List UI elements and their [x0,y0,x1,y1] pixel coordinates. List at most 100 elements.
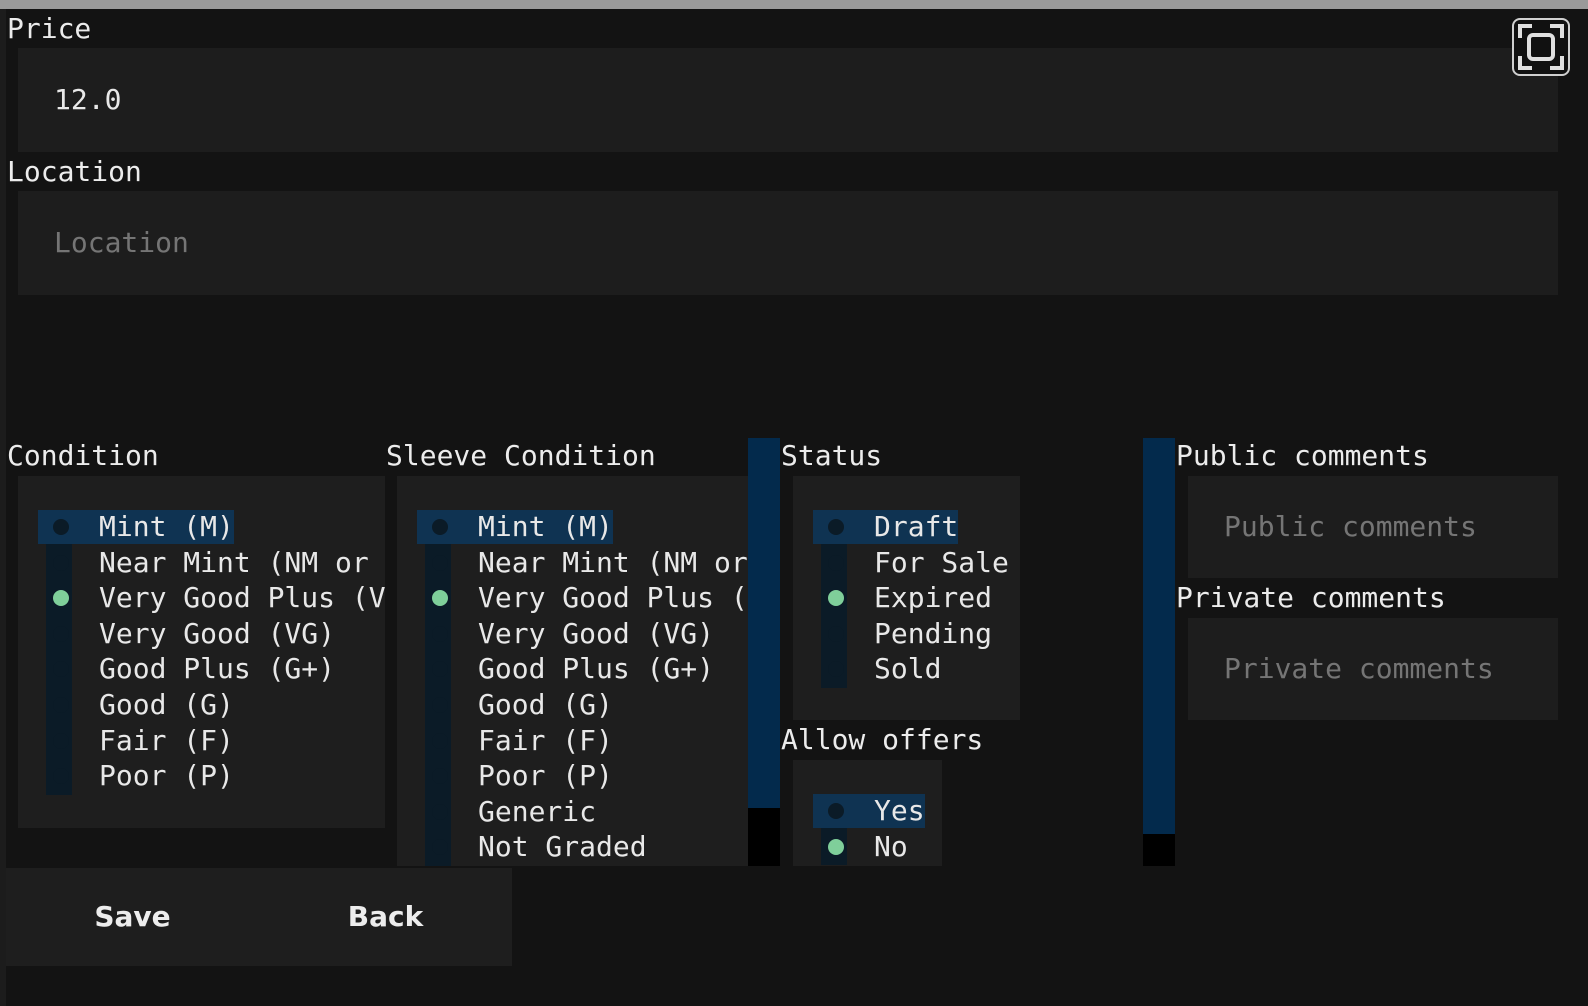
radio-selected-icon[interactable] [53,590,69,607]
fullscreen-icon[interactable] [1512,18,1570,76]
radio-unselected-icon[interactable] [53,768,69,785]
condition-option[interactable]: Fair (F) [18,724,385,758]
condition-option[interactable]: Good (G) [18,688,385,722]
condition-option-label: Good Plus (G+) [99,652,336,686]
allow-offers-option[interactable]: Yes [793,794,942,828]
price-label: Price [7,12,92,45]
radio-unselected-icon[interactable] [432,768,448,785]
status-option-label: Draft [874,510,959,544]
private-comments-input[interactable]: Private comments [1188,618,1558,720]
allow-offers-label: Allow offers [781,723,984,756]
status-label: Status [781,439,883,472]
sleeve-condition-option[interactable]: Near Mint (NM or [397,546,748,580]
sleeve-condition-option-label: Very Good (VG) [478,616,715,650]
condition-option-label: Poor (P) [99,759,234,793]
sleeve-condition-label: Sleeve Condition [386,439,656,472]
sleeve-condition-option[interactable]: Good (G) [397,688,748,722]
sleeve-condition-option-label: Good (G) [478,688,613,721]
status-option[interactable]: Expired [793,581,1020,615]
back-button[interactable]: Back [259,868,512,966]
allow-offers-radio-list[interactable]: Yes No [793,760,942,866]
allow-offers-option[interactable]: No [793,830,942,864]
sleeve-condition-scrollbar[interactable] [748,438,780,866]
condition-option-label: Mint (M) [99,510,234,544]
radio-unselected-icon[interactable] [432,839,448,856]
public-comments-label: Public comments [1176,439,1429,472]
sleeve-condition-option-label: Mint (M) [478,510,613,544]
radio-unselected-icon[interactable] [432,661,448,678]
radio-unselected-icon[interactable] [53,661,69,678]
status-option-label: Sold [874,652,942,686]
radio-unselected-icon[interactable] [432,697,448,713]
sleeve-condition-option-label: Very Good Plus (V [478,581,748,615]
status-option[interactable]: For Sale [793,546,1020,580]
radio-selected-icon[interactable] [828,590,844,607]
sleeve-condition-option[interactable]: Very Good (VG) [397,617,748,651]
allow-offers-option-label: No [874,829,908,863]
location-placeholder: Location [54,226,189,259]
radio-unselected-icon[interactable] [53,519,69,535]
sleeve-condition-scrollbar-thumb[interactable] [748,438,780,808]
radio-unselected-icon[interactable] [828,519,844,535]
condition-option-label: Very Good Plus (VG [99,581,385,615]
condition-option[interactable]: Mint (M) [18,510,385,544]
sleeve-condition-option-label: Good Plus (G+) [478,652,715,686]
radio-unselected-icon[interactable] [53,732,69,749]
radio-unselected-icon[interactable] [432,803,448,820]
sleeve-condition-option-label: Not Graded [478,830,647,864]
status-option-label: Expired [874,581,993,615]
location-input[interactable]: Location [18,191,1558,295]
radio-unselected-icon[interactable] [432,554,448,571]
sleeve-condition-option-label: Fair (F) [478,723,613,757]
sleeve-condition-option[interactable]: Generic [397,795,748,829]
status-option-label: For Sale [874,545,1009,579]
save-button[interactable]: Save [6,868,259,966]
status-option-label: Pending [874,616,993,650]
radio-unselected-icon[interactable] [828,554,844,571]
sleeve-condition-option[interactable]: Very Good Plus (V [397,581,748,615]
radio-selected-icon[interactable] [828,838,844,855]
comments-scrollbar-thumb[interactable] [1143,438,1175,834]
condition-option[interactable]: Very Good Plus (VG [18,581,385,615]
condition-option[interactable]: Near Mint (NM or M [18,546,385,580]
fullscreen-icon-glyph [1518,24,1564,70]
sleeve-condition-option[interactable]: Good Plus (G+) [397,652,748,686]
radio-selected-icon[interactable] [432,590,448,607]
condition-option-label: Fair (F) [99,723,234,757]
radio-unselected-icon[interactable] [432,732,448,749]
condition-option[interactable]: Very Good (VG) [18,617,385,651]
radio-unselected-icon[interactable] [53,554,69,571]
sleeve-condition-option-label: Poor (P) [478,759,613,793]
price-input[interactable]: 12.0 [18,48,1558,152]
action-bar: Save Back [6,868,512,966]
sleeve-condition-radio-list[interactable]: Mint (M) Near Mint (NM or Very Good Plus (… [397,476,748,866]
condition-radio-list[interactable]: Mint (M) Near Mint (NM or M Very Good Plus… [18,476,385,828]
sleeve-condition-option[interactable]: Poor (P) [397,759,748,793]
condition-option-label: Good (G) [99,688,234,721]
status-option[interactable]: Sold [793,652,1020,686]
condition-option[interactable]: Poor (P) [18,759,385,793]
condition-option[interactable]: Good Plus (G+) [18,652,385,686]
sleeve-condition-option[interactable]: Fair (F) [397,724,748,758]
radio-unselected-icon[interactable] [53,625,69,642]
private-comments-placeholder: Private comments [1224,652,1494,685]
radio-unselected-icon[interactable] [828,625,844,642]
sleeve-condition-option[interactable]: Not Graded [397,830,748,864]
radio-unselected-icon[interactable] [828,661,844,678]
allow-offers-option-label: Yes [874,794,925,828]
price-value: 12.0 [54,83,122,116]
window-left-edge [0,9,6,1006]
public-comments-input[interactable]: Public comments [1188,476,1558,578]
status-radio-list[interactable]: Draft For Sale Expired Pending Sold [793,476,1020,720]
sleeve-condition-option[interactable]: Mint (M) [397,510,748,544]
condition-option-label: Near Mint (NM or M [99,545,385,579]
private-comments-label: Private comments [1176,581,1446,614]
radio-unselected-icon[interactable] [53,697,69,713]
radio-unselected-icon[interactable] [432,519,448,535]
location-label: Location [7,155,142,188]
comments-scrollbar[interactable] [1143,438,1175,866]
status-option[interactable]: Draft [793,510,1020,544]
radio-unselected-icon[interactable] [828,803,844,819]
status-option[interactable]: Pending [793,617,1020,651]
radio-unselected-icon[interactable] [432,625,448,642]
